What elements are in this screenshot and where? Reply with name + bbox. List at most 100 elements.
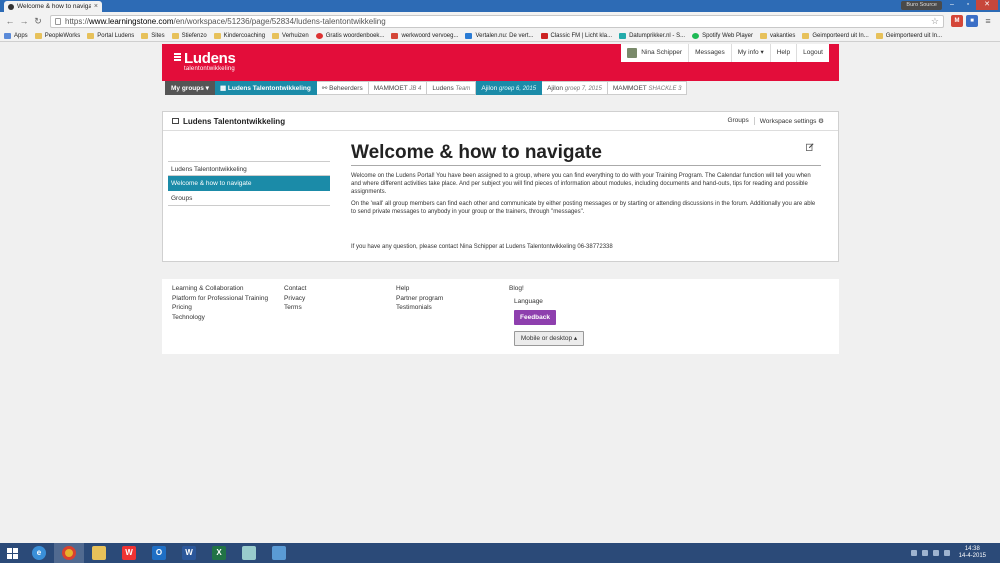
user-profile-link[interactable]: Nina Schipper — [621, 44, 688, 62]
group-tabs: My groups ▾ ▦ Ludens Talentontwikkeling … — [165, 81, 688, 95]
feedback-button[interactable]: Feedback — [514, 310, 556, 325]
help-link[interactable]: Help — [769, 44, 796, 62]
bookmark-item[interactable]: Vertalen.nu: De vert... — [465, 32, 534, 39]
spotify-icon — [692, 32, 700, 39]
minimize-icon[interactable]: – — [944, 0, 960, 10]
tab-ajilon-groep7[interactable]: Ajilon groep 7, 2015 — [542, 81, 608, 95]
footer-column-support: Help Partner program Testimonials — [396, 284, 443, 313]
gmail-extension-icon[interactable]: M — [951, 15, 963, 27]
tab-favicon-icon — [8, 3, 14, 10]
bookmark-item[interactable]: Kindercoaching — [213, 32, 265, 39]
bookmark-item[interactable]: werkwoord vervoeg... — [391, 32, 458, 39]
panel-links: Groups Workspace settings ⚙ — [722, 117, 829, 125]
footer-link[interactable]: Testimonials — [396, 303, 443, 313]
bookmark-item[interactable]: Verhuizen — [272, 32, 309, 39]
bookmark-item[interactable]: Geimporteerd uit In... — [875, 32, 942, 39]
url-scheme: https:// — [65, 16, 90, 26]
footer-link[interactable]: Learning & Collaboration — [172, 284, 268, 294]
menu-icon[interactable]: ≡ — [982, 15, 994, 27]
bookmark-item[interactable]: vakanties — [760, 32, 795, 39]
windows-taskbar: e W O W X 14:38 14-4-2015 — [0, 543, 1000, 563]
address-bar[interactable]: https://www.learningstone.com/en/workspa… — [50, 14, 944, 28]
bookmark-item[interactable]: Geimporteerd uit In... — [802, 32, 869, 39]
sidebar-item-ludens-talentontwikkeling[interactable]: Ludens Talentontwikkeling — [168, 161, 330, 176]
messages-link[interactable]: Messages — [688, 44, 731, 62]
logout-link[interactable]: Logout — [796, 44, 829, 62]
tab-ajilon-groep6[interactable]: Ajilon groep 6, 2015 — [476, 81, 543, 95]
taskbar-ie[interactable]: e — [24, 543, 54, 563]
page-sidebar: Ludens Talentontwikkeling Welcome & how … — [168, 161, 330, 206]
extension-icon[interactable]: ■ — [966, 15, 978, 27]
taskbar-word[interactable]: W — [174, 543, 204, 563]
taskbar-clock[interactable]: 14:38 14-4-2015 — [959, 546, 986, 560]
page-title: Welcome & how to navigate — [351, 142, 821, 166]
taskbar-outlook[interactable]: O — [144, 543, 174, 563]
window-close-icon[interactable]: ✕ — [976, 0, 998, 10]
bookmark-item[interactable]: Stiefenzo — [171, 32, 207, 39]
footer-link[interactable]: Help — [396, 284, 443, 294]
footer-link[interactable]: Contact — [284, 284, 306, 294]
taskbar-remote[interactable] — [264, 543, 294, 563]
start-button[interactable] — [0, 543, 24, 563]
tab-mammoet-shackle3[interactable]: MAMMOET SHACKLE 3 — [607, 81, 688, 95]
tray-flag-icon[interactable] — [921, 550, 928, 556]
forward-icon[interactable]: → — [18, 15, 30, 27]
folder-icon — [802, 32, 810, 39]
my-info-dropdown[interactable]: My info ▾ — [730, 44, 770, 62]
group-icon — [172, 118, 179, 124]
app-w-icon: W — [122, 546, 136, 560]
language-label: Language — [514, 298, 543, 305]
tab-mammoet-jb4[interactable]: MAMMOET JB 4 — [368, 81, 428, 95]
back-icon[interactable]: ← — [4, 15, 16, 27]
tray-network-icon[interactable] — [932, 550, 939, 556]
panel-title: Ludens Talentontwikkeling — [172, 117, 285, 126]
bookmark-item[interactable]: PeopleWorks — [34, 32, 80, 39]
edit-icon[interactable] — [806, 143, 814, 151]
my-groups-dropdown[interactable]: My groups ▾ — [165, 81, 215, 95]
footer-link[interactable]: Technology — [172, 313, 268, 323]
reload-icon[interactable]: ↻ — [32, 15, 44, 27]
tray-chevron-icon[interactable] — [910, 550, 917, 556]
site-icon — [619, 32, 627, 39]
footer-link[interactable]: Privacy — [284, 294, 306, 304]
taskbar-excel[interactable]: X — [204, 543, 234, 563]
sidebar-item-groups[interactable]: Groups — [168, 191, 330, 206]
avatar — [627, 48, 638, 58]
ludens-logo[interactable]: Ludens talentontwikkeling — [174, 50, 236, 72]
taskbar-app-w[interactable]: W — [114, 543, 144, 563]
footer-link[interactable]: Blog! — [509, 284, 524, 294]
bookmark-item[interactable]: Classic FM | Licht kla... — [540, 32, 612, 39]
tray-volume-icon[interactable] — [943, 550, 950, 556]
tab-beheerders[interactable]: ⚯ Beheerders — [316, 81, 369, 95]
bookmark-item[interactable]: Sites — [141, 32, 165, 39]
bookmark-apps[interactable]: Apps — [4, 32, 28, 39]
bookmark-item[interactable]: Gratis woordenboek... — [315, 32, 384, 39]
tab-ludens-team[interactable]: Ludens Team — [427, 81, 477, 95]
taskbar-notes[interactable] — [234, 543, 264, 563]
browser-tab[interactable]: Welcome & how to navigate × — [4, 1, 102, 12]
taskbar-chrome[interactable] — [54, 543, 84, 563]
sidebar-item-welcome[interactable]: Welcome & how to navigate — [168, 176, 330, 191]
groups-link[interactable]: Groups — [722, 117, 753, 125]
clock-time: 14:38 — [964, 546, 980, 552]
mobile-desktop-toggle[interactable]: Mobile or desktop ▴ — [514, 331, 584, 346]
workspace-settings-link[interactable]: Workspace settings ⚙ — [753, 117, 829, 125]
footer-link[interactable]: Partner program — [396, 294, 443, 304]
folder-icon — [760, 32, 768, 39]
remote-desktop-icon — [272, 546, 286, 560]
browser-titlebar: Welcome & how to navigate × Buro Source … — [0, 0, 1000, 12]
bookmark-item[interactable]: Datumprikker.nl - S... — [619, 32, 685, 39]
footer-link[interactable]: Platform for Professional Training — [172, 294, 268, 304]
footer-link[interactable]: Pricing — [172, 303, 268, 313]
tab-ludens-talentontwikkeling[interactable]: ▦ Ludens Talentontwikkeling — [214, 81, 317, 95]
profile-badge[interactable]: Buro Source — [901, 1, 942, 10]
tab-close-icon[interactable]: × — [94, 3, 98, 10]
clock-date: 14-4-2015 — [958, 553, 986, 559]
notes-icon — [242, 546, 256, 560]
footer-link[interactable]: Terms — [284, 303, 306, 313]
taskbar-explorer[interactable] — [84, 543, 114, 563]
bookmark-item[interactable]: Portal Ludens — [87, 32, 134, 39]
bookmark-star-icon[interactable]: ☆ — [931, 16, 939, 27]
maximize-icon[interactable]: ▫ — [960, 0, 976, 10]
bookmark-item[interactable]: Spotify Web Player — [692, 32, 753, 39]
